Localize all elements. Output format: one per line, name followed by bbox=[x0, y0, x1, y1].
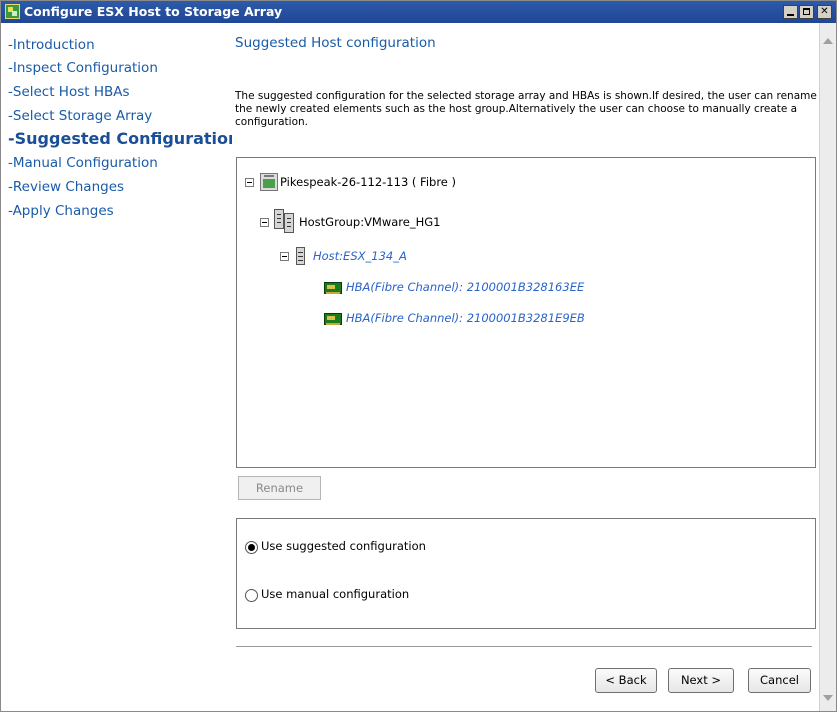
nav-select-storage-array[interactable]: -Select Storage Array bbox=[8, 108, 152, 124]
tree-node-hba-2[interactable]: HBA(Fibre Channel): 2100001B3281E9EB bbox=[346, 311, 585, 325]
close-button[interactable]: ✕ bbox=[817, 5, 832, 19]
app-icon bbox=[5, 4, 20, 19]
tree-node-hba-1[interactable]: HBA(Fibre Channel): 2100001B328163EE bbox=[346, 280, 584, 294]
nav-suggested-configuration[interactable]: -Suggested Configuration bbox=[8, 129, 239, 148]
content-header: Suggested Host configuration bbox=[232, 23, 819, 81]
vertical-scrollbar[interactable] bbox=[819, 23, 836, 711]
wizard-content: Suggested Host configuration The suggest… bbox=[232, 23, 819, 711]
rename-button[interactable]: Rename bbox=[238, 476, 321, 500]
configuration-choice-panel: Use suggested configuration Use manual c… bbox=[236, 518, 816, 629]
manual-config-radio[interactable] bbox=[245, 589, 258, 602]
nav-introduction[interactable]: -Introduction bbox=[8, 37, 95, 53]
page-title: Suggested Host configuration bbox=[235, 35, 436, 51]
nav-manual-configuration[interactable]: -Manual Configuration bbox=[8, 155, 158, 171]
next-button[interactable]: Next > bbox=[668, 668, 734, 693]
nav-apply-changes[interactable]: -Apply Changes bbox=[8, 203, 114, 219]
maximize-button[interactable] bbox=[799, 5, 814, 19]
host-group-icon bbox=[274, 209, 296, 235]
configuration-tree[interactable]: Pikespeak-26-112-113 ( Fibre ) HostGroup… bbox=[236, 157, 816, 468]
collapse-host-icon[interactable] bbox=[280, 252, 289, 261]
minimize-button[interactable] bbox=[783, 5, 798, 19]
manual-config-label[interactable]: Use manual configuration bbox=[261, 587, 409, 601]
nav-review-changes[interactable]: -Review Changes bbox=[8, 179, 124, 195]
title-bar[interactable]: Configure ESX Host to Storage Array ✕ bbox=[1, 1, 836, 23]
nav-inspect-configuration[interactable]: -Inspect Configuration bbox=[8, 60, 158, 76]
suggested-config-label[interactable]: Use suggested configuration bbox=[261, 539, 426, 553]
cancel-button[interactable]: Cancel bbox=[748, 668, 811, 693]
tree-node-array[interactable]: Pikespeak-26-112-113 ( Fibre ) bbox=[280, 175, 456, 189]
configure-esx-dialog: Configure ESX Host to Storage Array ✕ -I… bbox=[0, 0, 837, 712]
suggested-config-radio[interactable] bbox=[245, 541, 258, 554]
storage-array-icon bbox=[260, 173, 278, 191]
collapse-array-icon[interactable] bbox=[245, 178, 254, 187]
back-button[interactable]: < Back bbox=[595, 668, 657, 693]
wizard-steps-sidebar: -Introduction -Inspect Configuration -Se… bbox=[1, 23, 239, 711]
host-icon bbox=[296, 247, 305, 265]
button-separator bbox=[236, 646, 812, 648]
collapse-hostgroup-icon[interactable] bbox=[260, 218, 269, 227]
description-text: The suggested configuration for the sele… bbox=[235, 90, 817, 128]
scroll-down-icon[interactable] bbox=[823, 695, 833, 701]
scroll-up-icon[interactable] bbox=[823, 38, 833, 44]
nav-select-host-hbas[interactable]: -Select Host HBAs bbox=[8, 84, 130, 100]
window-title: Configure ESX Host to Storage Array bbox=[24, 4, 283, 19]
tree-node-hostgroup[interactable]: HostGroup:VMware_HG1 bbox=[299, 215, 441, 229]
hba-card-icon bbox=[324, 313, 342, 325]
hba-card-icon bbox=[324, 282, 342, 294]
tree-node-host[interactable]: Host:ESX_134_A bbox=[313, 249, 407, 263]
